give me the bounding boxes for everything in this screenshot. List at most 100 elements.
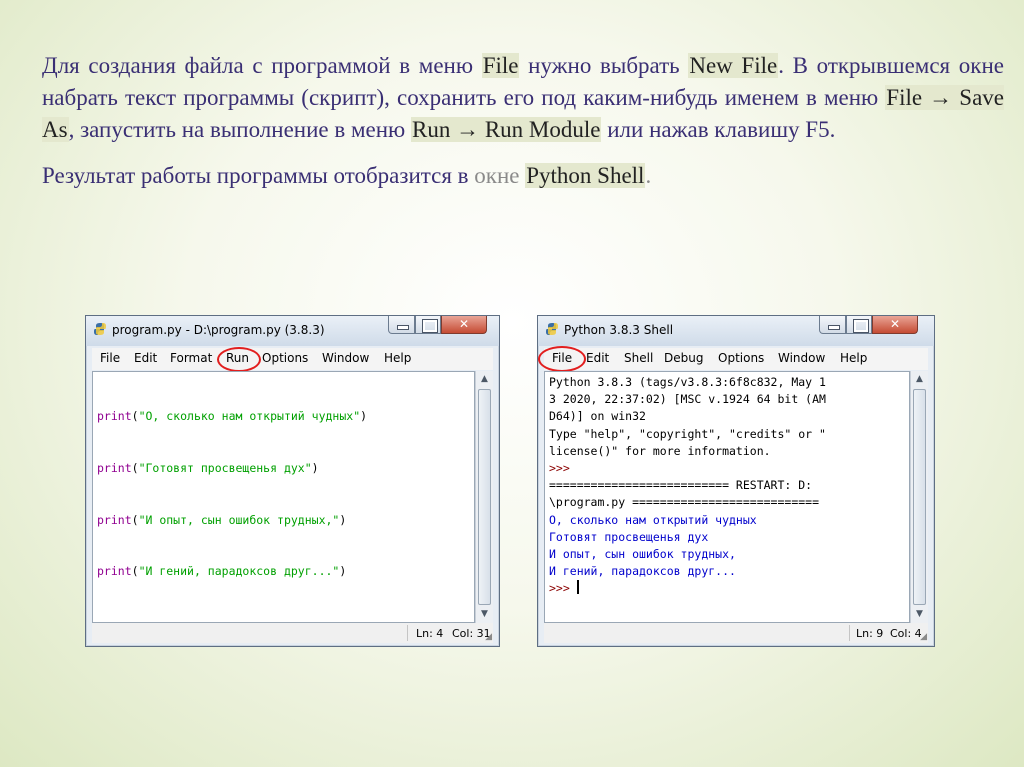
shell-prompt: >>> (549, 461, 570, 476)
instruction-paragraph: Для создания файла с программой в меню F… (42, 50, 1004, 146)
maximize-button[interactable] (415, 316, 441, 334)
shell-output-line: И опыт, сын ошибок трудных, (549, 547, 736, 562)
minimize-icon (397, 325, 409, 330)
code-keyword: print (97, 512, 132, 527)
scroll-up-arrow-icon[interactable]: ▲ (476, 371, 493, 388)
shell-output-line: О, сколько нам открытий чудных (549, 512, 757, 527)
code-string: "О, сколько нам открытий чудных" (138, 409, 361, 424)
scroll-thumb[interactable] (913, 389, 926, 605)
code-paren: ( (131, 512, 139, 527)
code-line: print("О, сколько нам открытий чудных") (97, 408, 367, 425)
python-idle-icon (546, 323, 558, 335)
text-run: Для создания файла с программой в меню (42, 53, 482, 78)
menu-edit[interactable]: Edit (586, 351, 609, 365)
menu-window[interactable]: Window (778, 351, 825, 365)
text-run-gray: окне (474, 163, 520, 188)
shell-prompt: >>> (549, 581, 577, 596)
code-paren: ) (339, 564, 347, 579)
menu-file[interactable]: File (100, 351, 120, 365)
window-title: program.py - D:\program.py (3.8.3) (112, 323, 325, 337)
resize-grip-icon[interactable]: ◢ (920, 632, 927, 642)
menu-format[interactable]: Format (170, 351, 212, 365)
minimize-button[interactable] (819, 316, 846, 334)
code-string: "Готовят просвещенья дух" (138, 461, 312, 476)
menu-debug[interactable]: Debug (664, 351, 703, 365)
text-run: или нажав клавишу F5. (601, 117, 836, 142)
maximize-button[interactable] (846, 316, 872, 334)
menu-shell[interactable]: Shell (624, 351, 653, 365)
status-line: Ln: 9 (856, 627, 884, 640)
window-title: Python 3.8.3 Shell (564, 323, 674, 337)
editor-window: program.py - D:\program.py (3.8.3) ✕ Fil… (85, 315, 500, 647)
shell-output-line: Готовят просвещенья дух (549, 529, 709, 544)
scroll-thumb[interactable] (478, 389, 491, 605)
code-keyword: print (97, 409, 132, 424)
code-paren: ) (360, 409, 368, 424)
menu-help[interactable]: Help (840, 351, 867, 365)
code-string: "И опыт, сын ошибок трудных," (138, 512, 340, 527)
close-button[interactable]: ✕ (872, 316, 918, 334)
menu-options[interactable]: Options (262, 351, 308, 365)
shell-line: Python 3.8.3 (tags/v3.8.3:6f8c832, May 1 (549, 375, 826, 389)
minimize-button[interactable] (388, 316, 415, 334)
menu-window[interactable]: Window (322, 351, 369, 365)
python-idle-icon (94, 323, 106, 335)
editor-title-bar[interactable]: program.py - D:\program.py (3.8.3) ✕ (86, 316, 499, 346)
menu-help[interactable]: Help (384, 351, 411, 365)
editor-menu-bar: File Edit Format Run Options Window Help (92, 348, 493, 370)
result-paragraph: Результат работы программы отобразится в… (42, 160, 1004, 192)
status-divider (407, 625, 408, 641)
status-column: Col: 4 (890, 627, 922, 640)
menu-options[interactable]: Options (718, 351, 764, 365)
scroll-up-arrow-icon[interactable]: ▲ (911, 371, 928, 388)
text-run: Результат работы программы отобразится в (42, 163, 475, 188)
highlight-file: File (481, 53, 520, 78)
shell-menu-bar: File Edit Shell Debug Options Window Hel… (544, 348, 928, 370)
minimize-icon (828, 325, 840, 330)
code-keyword: print (97, 461, 132, 476)
shell-line: \program.py =========================== (549, 495, 820, 510)
run-highlight-circle (217, 347, 261, 372)
code-paren: ( (131, 461, 139, 476)
code-paren: ( (131, 564, 139, 579)
status-divider (849, 625, 850, 641)
menu-edit[interactable]: Edit (134, 351, 157, 365)
code-line: print("И гений, парадоксов друг...") (97, 563, 367, 580)
shell-output-line: И гений, парадоксов друг... (549, 564, 736, 579)
text-cursor (576, 580, 579, 595)
resize-grip-icon[interactable]: ◢ (485, 632, 492, 642)
code-paren: ) (339, 512, 347, 527)
shell-input-line[interactable]: >>> (549, 580, 826, 597)
close-icon: ✕ (458, 317, 470, 331)
vertical-scrollbar[interactable]: ▲ ▼ (475, 371, 493, 623)
slide-text: Для создания файла с программой в меню F… (42, 50, 1004, 192)
status-line: Ln: 4 (416, 627, 444, 640)
code-editor[interactable]: print("О, сколько нам открытий чудных") … (92, 371, 475, 623)
status-bar: Ln: 4 Col: 31 ◢ (92, 623, 493, 643)
code-line: print("Готовят просвещенья дух") (97, 460, 367, 477)
code-area[interactable]: print("О, сколько нам открытий чудных") … (97, 374, 367, 615)
highlight-python-shell: Python Shell (525, 163, 646, 188)
code-line: print("И опыт, сын ошибок трудных,") (97, 512, 367, 529)
scroll-down-arrow-icon[interactable]: ▼ (911, 606, 928, 623)
shell-line: Type "help", "copyright", "credits" or " (549, 426, 826, 441)
maximize-icon (853, 319, 869, 333)
shell-title-bar[interactable]: Python 3.8.3 Shell ✕ (538, 316, 934, 346)
shell-window: Python 3.8.3 Shell ✕ File Edit Shell Deb… (537, 315, 935, 647)
shell-line: 3 2020, 22:37:02) [MSC v.1924 64 bit (AM (549, 392, 826, 407)
shell-line: ========================== RESTART: D: (549, 478, 813, 493)
status-bar: Ln: 9 Col: 4 ◢ (544, 623, 928, 643)
highlight-run-module: Run → Run Module (411, 117, 602, 142)
shell-output[interactable]: Python 3.8.3 (tags/v3.8.3:6f8c832, May 1… (544, 371, 910, 623)
shell-text-area[interactable]: Python 3.8.3 (tags/v3.8.3:6f8c832, May 1… (549, 374, 826, 598)
code-keyword: print (97, 564, 132, 579)
text-run: , запустить на выполнение в меню (68, 117, 411, 142)
close-icon: ✕ (889, 317, 901, 331)
code-paren: ) (311, 461, 319, 476)
highlight-new-file: New File (688, 53, 779, 78)
scroll-down-arrow-icon[interactable]: ▼ (476, 606, 493, 623)
maximize-icon (422, 319, 438, 333)
shell-line: license()" for more information. (549, 443, 771, 458)
close-button[interactable]: ✕ (441, 316, 487, 334)
vertical-scrollbar[interactable]: ▲ ▼ (910, 371, 928, 623)
